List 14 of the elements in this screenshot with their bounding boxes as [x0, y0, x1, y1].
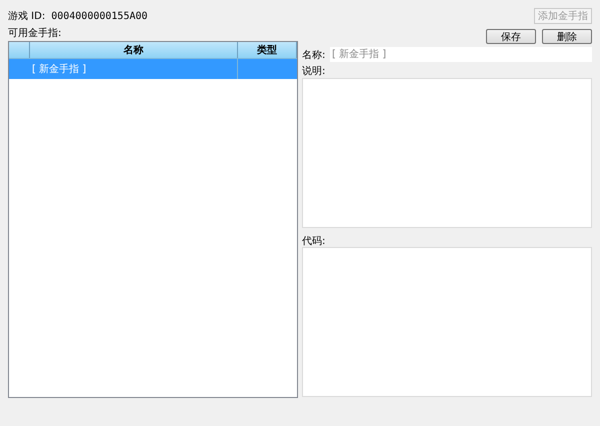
- table-cell: [ 新金手指 ]: [30, 59, 238, 79]
- list-label: 可用金手指:: [8, 26, 62, 41]
- name-field[interactable]: [ 新金手指 ]: [330, 47, 592, 62]
- description-label: 说明:: [302, 65, 326, 79]
- column-header[interactable]: 类型: [238, 42, 297, 58]
- game-id-label: 游戏 ID:: [8, 10, 46, 24]
- name-label: 名称:: [302, 49, 326, 63]
- save-button[interactable]: 保存: [486, 29, 536, 44]
- code-field[interactable]: [302, 247, 592, 397]
- delete-button[interactable]: 删除: [542, 29, 592, 44]
- code-label: 代码:: [302, 235, 326, 249]
- description-field[interactable]: [302, 78, 592, 228]
- game-id-value: 0004000000155A00: [51, 10, 148, 24]
- column-header[interactable]: 名称: [30, 42, 238, 58]
